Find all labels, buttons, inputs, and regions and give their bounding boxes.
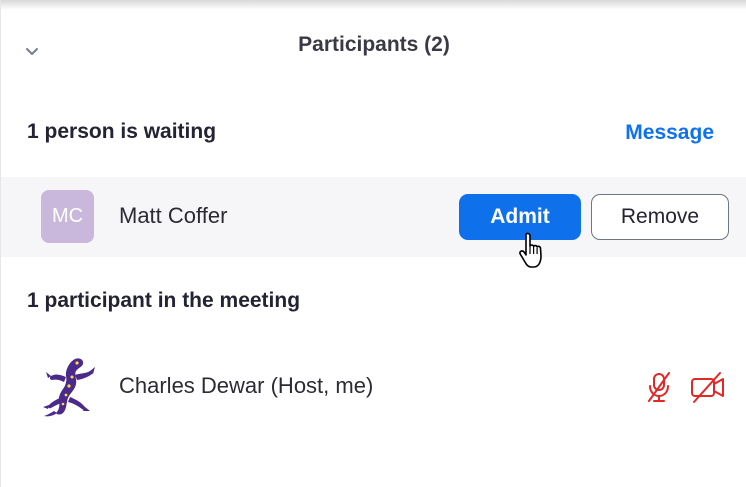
participant-name: Charles Dewar (Host, me) [119, 373, 374, 398]
top-shadow [1, 0, 746, 10]
avatar: MC [41, 190, 94, 243]
video-off-icon[interactable] [689, 369, 727, 405]
message-waiting-link[interactable]: Message [625, 121, 714, 145]
panel-title: Participants (2) [298, 33, 450, 56]
panel-header: Participants (2) [1, 10, 746, 86]
meeting-participants-label: 1 participant in the meeting [27, 289, 301, 312]
remove-button[interactable]: Remove [591, 194, 729, 240]
admit-button[interactable]: Admit [459, 194, 581, 240]
mic-muted-icon[interactable] [641, 369, 677, 405]
waiting-participant-row: MC Matt Coffer Admit Remove [1, 177, 746, 257]
waiting-room-label: 1 person is waiting [27, 120, 217, 143]
participant-name: Matt Coffer [119, 203, 228, 228]
participants-panel: Participants (2) 1 person is waiting Mes… [0, 0, 746, 487]
lizard-avatar-icon [43, 358, 95, 417]
meeting-participant-row[interactable]: Charles Dewar (Host, me) [1, 345, 746, 429]
